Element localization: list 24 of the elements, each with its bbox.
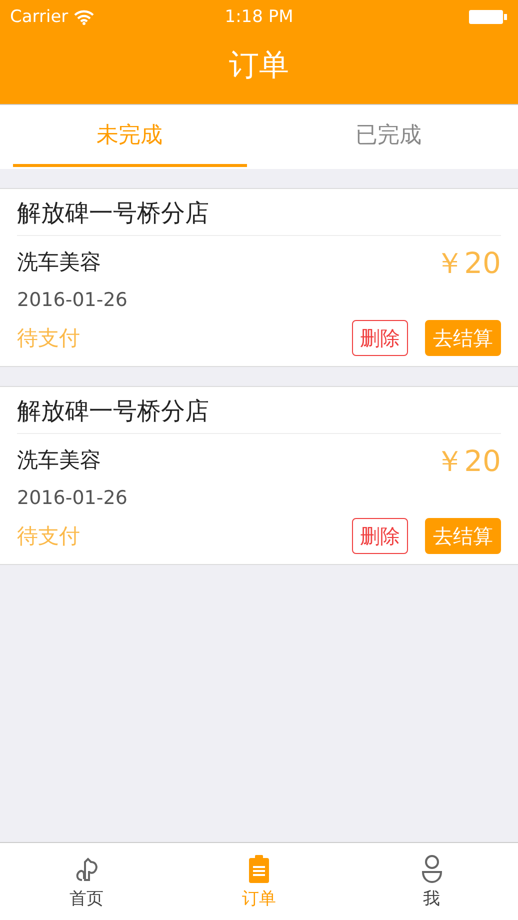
delete-button[interactable]: 删除 (352, 518, 408, 554)
tab-bar-item[interactable]: 我 (345, 843, 518, 920)
tab-bar-item[interactable]: 订单 (172, 843, 346, 920)
order-price: ￥20 (435, 443, 501, 480)
tab[interactable]: 已完成 (259, 105, 518, 169)
checkout-button[interactable]: 去结算 (425, 320, 501, 356)
order-price: ￥20 (435, 245, 501, 282)
clock: 1:18 PM (224, 7, 294, 27)
order-date: 2016-01-26 (17, 486, 128, 511)
service-name: 洗车美容 (17, 249, 102, 276)
order-date: 2016-01-26 (17, 288, 128, 313)
checkout-button[interactable]: 去结算 (425, 518, 501, 554)
battery-icon (468, 9, 508, 25)
tab[interactable]: 未完成 (0, 105, 259, 169)
delete-button[interactable]: 删除 (352, 320, 408, 356)
page-title: 订单 (229, 47, 289, 85)
store-name: 解放碑一号桥分店 (17, 189, 501, 236)
store-name: 解放碑一号桥分店 (17, 387, 501, 434)
order-status: 待支付 (17, 325, 81, 352)
tab-bar-item[interactable]: 首页 (0, 843, 173, 920)
carrier-name: Carrier (10, 7, 68, 27)
service-name: 洗车美容 (17, 447, 102, 474)
wifi-icon (74, 10, 94, 24)
order-status: 待支付 (17, 523, 81, 550)
